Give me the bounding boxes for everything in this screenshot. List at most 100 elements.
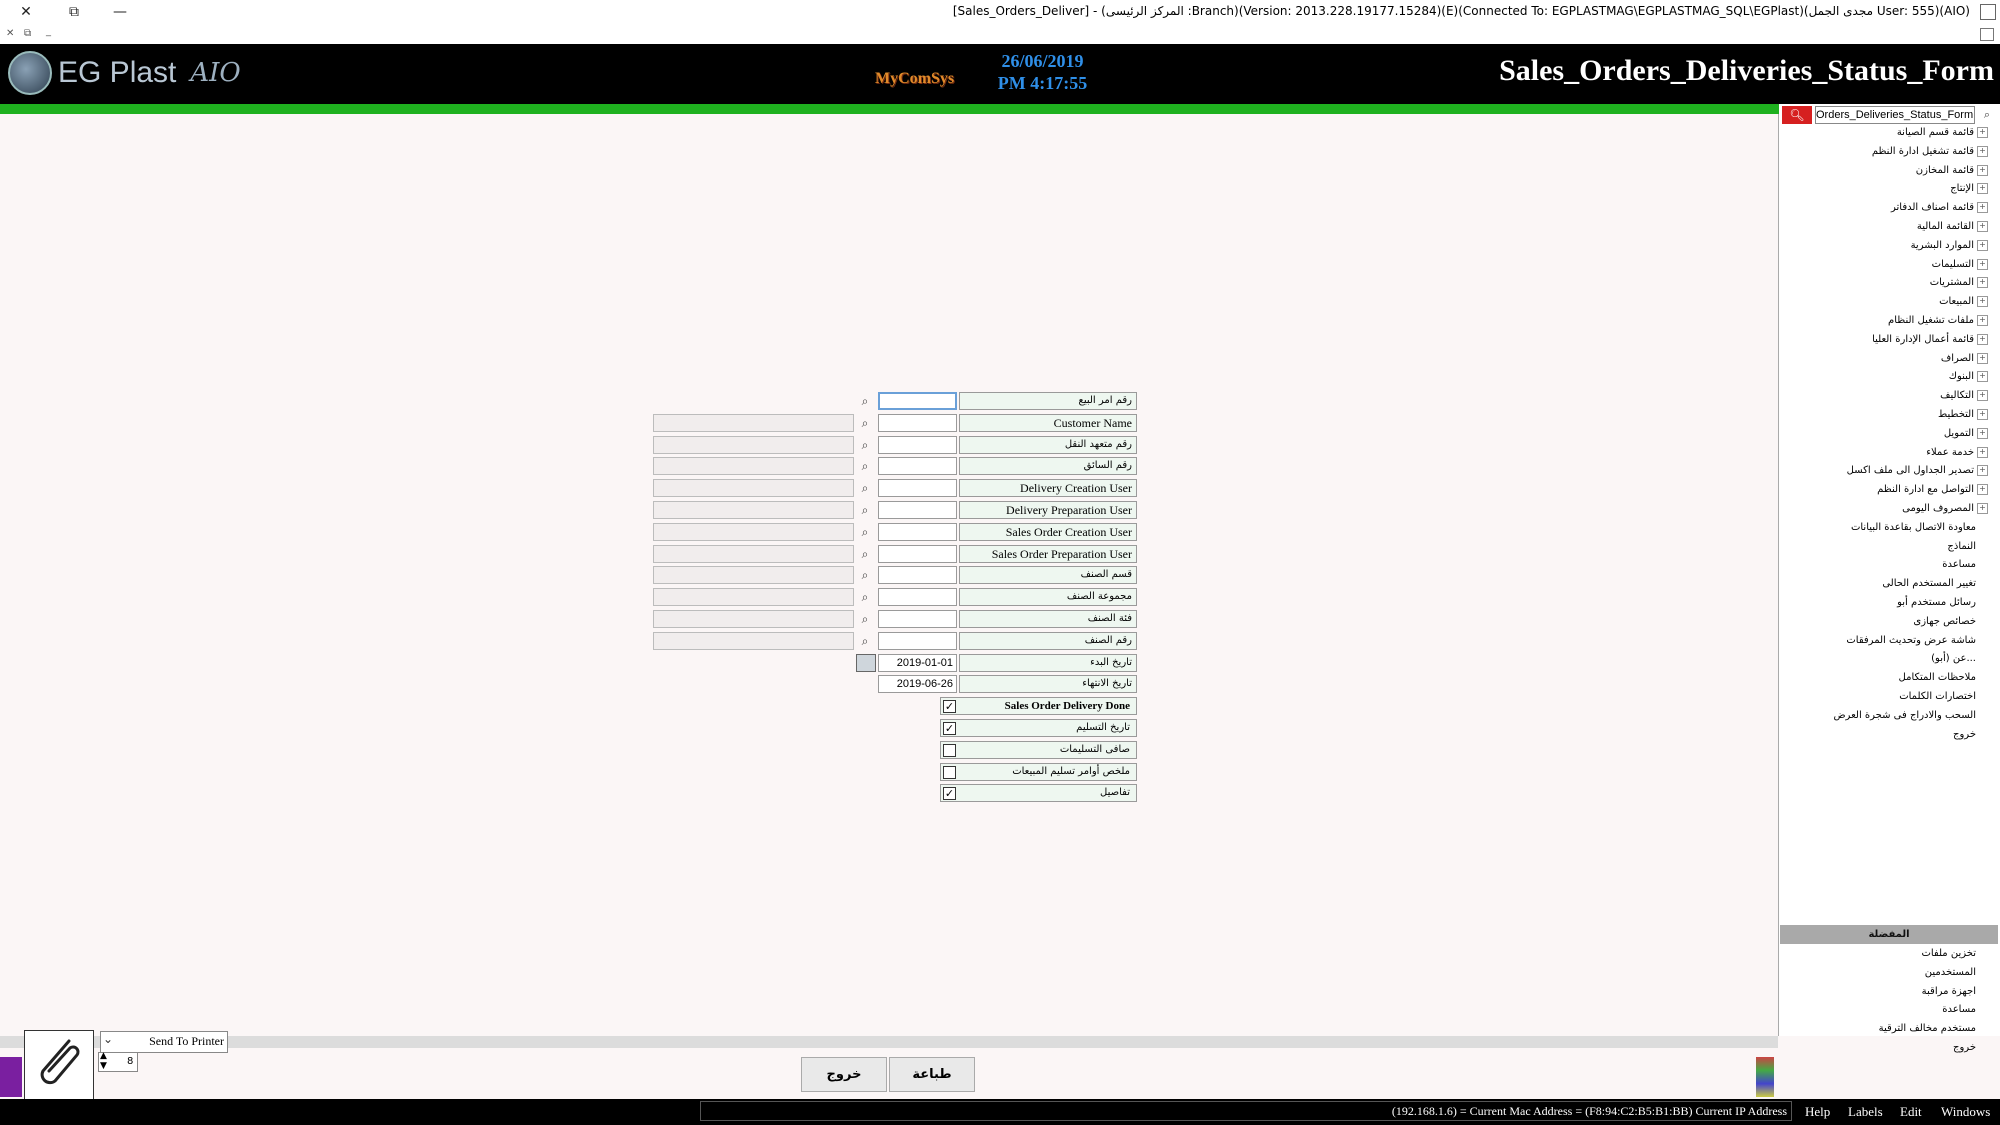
field-code-input[interactable] xyxy=(878,632,957,650)
expand-icon[interactable]: + xyxy=(1977,427,1988,439)
sidebar-tree-item[interactable]: الصراف + xyxy=(1758,352,1988,366)
sidebar-tree-item[interactable]: التواصل مع ادارة النظم + xyxy=(1758,483,1988,497)
checkbox[interactable] xyxy=(943,744,956,757)
checkbox[interactable] xyxy=(943,766,956,779)
calendar-icon[interactable] xyxy=(856,654,876,672)
favorite-item[interactable]: المستخدمين xyxy=(1746,966,1976,980)
favorite-item[interactable]: اجهزة مراقبة xyxy=(1746,985,1976,999)
sidebar-tree-item[interactable]: المبيعات + xyxy=(1758,295,1988,309)
close-icon[interactable]: ✕ xyxy=(14,2,38,22)
sidebar-tree-item[interactable]: السحب والادراج فى شجرة العرض xyxy=(1746,709,1976,723)
sidebar-tree-item[interactable]: التسليمات + xyxy=(1758,258,1988,272)
menu-windows[interactable]: Windows xyxy=(1941,1104,1990,1120)
stepper-down-icon[interactable]: ▼ xyxy=(100,1061,107,1071)
sidebar-tree-item[interactable]: مساعدة xyxy=(1746,558,1976,572)
checkbox-row[interactable]: ملخص أوامر تسليم المبيعات xyxy=(940,763,1137,781)
sidebar-tree-item[interactable]: التمويل + xyxy=(1758,427,1988,441)
sidebar-tree-item[interactable]: تغيير المستخدم الحالى xyxy=(1746,577,1976,591)
restore-icon[interactable]: ⧉ xyxy=(62,2,86,22)
sidebar-tree-item[interactable]: ملفات تشغيل النظام + xyxy=(1758,314,1988,328)
search-icon[interactable]: ⌕ xyxy=(856,436,874,454)
checkbox[interactable]: ✓ xyxy=(943,787,956,800)
sidebar-tree-item[interactable]: خروج xyxy=(1746,728,1976,742)
mdi-close-icon[interactable]: ✕ xyxy=(6,28,14,39)
expand-icon[interactable]: + xyxy=(1977,164,1988,176)
minimize-icon[interactable]: — xyxy=(108,2,132,22)
field-code-input[interactable] xyxy=(878,436,957,454)
sidebar-tree-item[interactable]: خدمة عملاء + xyxy=(1758,446,1988,460)
favorite-item[interactable]: مستخدم مخالف الترقية xyxy=(1746,1022,1976,1036)
sidebar-tree-item[interactable]: رسائل مستخدم أبو xyxy=(1746,596,1976,610)
checkbox[interactable]: ✓ xyxy=(943,700,956,713)
search-icon[interactable]: ⌕ xyxy=(856,501,874,519)
expand-icon[interactable]: + xyxy=(1977,220,1988,232)
sidebar-tree-item[interactable]: المصروف اليومى + xyxy=(1758,502,1988,516)
field-code-input[interactable] xyxy=(878,414,957,432)
search-icon[interactable]: ⌕ xyxy=(856,414,874,432)
copies-stepper[interactable]: ▲ ▼ 8 xyxy=(98,1051,138,1072)
favorite-item[interactable]: خروج xyxy=(1746,1041,1976,1055)
expand-icon[interactable]: + xyxy=(1977,258,1988,270)
menu-edit[interactable]: Edit xyxy=(1900,1104,1922,1120)
favorite-item[interactable]: تخزين ملفات xyxy=(1746,947,1976,961)
search-icon[interactable]: ⌕ xyxy=(856,457,874,475)
sidebar-tree-item[interactable]: قائمة المخازن + xyxy=(1758,164,1988,178)
expand-icon[interactable]: + xyxy=(1977,370,1988,382)
expand-icon[interactable]: + xyxy=(1977,314,1988,326)
expand-icon[interactable]: + xyxy=(1977,352,1988,364)
checkbox-row[interactable]: Sales Order Delivery Done xyxy=(940,697,1137,715)
sidebar-tree-item[interactable]: القائمة المالية + xyxy=(1758,220,1988,234)
start-date-input[interactable]: 2019-01-01 xyxy=(878,654,957,672)
sidebar-tree-item[interactable]: البنوك + xyxy=(1758,370,1988,384)
field-code-input[interactable] xyxy=(878,479,957,497)
field-code-input[interactable] xyxy=(878,566,957,584)
field-code-input[interactable] xyxy=(878,545,957,563)
checkbox-row[interactable]: تفاصيل xyxy=(940,784,1137,802)
search-icon[interactable]: ⌕ xyxy=(856,523,874,541)
expand-icon[interactable]: + xyxy=(1977,408,1988,420)
search-icon[interactable]: ⌕ xyxy=(856,545,874,563)
expand-icon[interactable]: + xyxy=(1977,295,1988,307)
sidebar-tree-item[interactable]: قائمة تشغيل ادارة النظم + xyxy=(1758,145,1988,159)
sidebar-tree-item[interactable]: التخطيط + xyxy=(1758,408,1988,422)
sidebar-tree-item[interactable]: المشتريات + xyxy=(1758,276,1988,290)
expand-icon[interactable]: + xyxy=(1977,446,1988,458)
sidebar-tree-item[interactable]: شاشة عرض وتحديث المرفقات xyxy=(1746,634,1976,648)
mdi-minimize-icon[interactable]: _ xyxy=(46,26,51,37)
sidebar-tree-item[interactable]: اختصارات الكلمات xyxy=(1746,690,1976,704)
expand-icon[interactable]: + xyxy=(1977,201,1988,213)
sidebar-tree-item[interactable]: الإنتاج + xyxy=(1758,182,1988,196)
field-code-input[interactable] xyxy=(878,392,957,410)
search-button[interactable]: 🔍︎ xyxy=(1782,106,1812,124)
search-icon[interactable]: ⌕ xyxy=(856,610,874,628)
menu-help[interactable]: Help xyxy=(1805,1104,1830,1120)
field-code-input[interactable] xyxy=(878,588,957,606)
field-code-input[interactable] xyxy=(878,501,957,519)
sidebar-tree-item[interactable]: قائمة أعمال الإدارة العليا + xyxy=(1758,333,1988,347)
side-tab[interactable] xyxy=(0,1057,22,1097)
sidebar-tree-item[interactable]: عن (أبو)... xyxy=(1746,652,1976,666)
sidebar-tree-item[interactable]: تصدير الجداول الى ملف اكسل + xyxy=(1758,464,1988,478)
chevron-down-icon[interactable]: ⌄ xyxy=(103,1032,113,1047)
field-code-input[interactable] xyxy=(878,523,957,541)
sidebar-search-input[interactable]: Orders_Deliveries_Status_Form xyxy=(1815,106,1975,124)
search-icon[interactable]: ⌕ xyxy=(1978,106,1996,124)
sidebar-tree-item[interactable]: التكاليف + xyxy=(1758,389,1988,403)
mdi-restore-icon[interactable]: ⧉ xyxy=(24,28,31,39)
search-icon[interactable]: ⌕ xyxy=(856,392,874,410)
search-icon[interactable]: ⌕ xyxy=(856,588,874,606)
sidebar-tree-item[interactable]: معاودة الاتصال بقاعدة البيانات xyxy=(1746,521,1976,535)
sidebar-tree-item[interactable]: قائمة قسم الصيانة + xyxy=(1758,126,1988,140)
exit-button[interactable]: خروج xyxy=(801,1057,887,1092)
attachment-button[interactable] xyxy=(24,1030,94,1100)
sidebar-tree-item[interactable]: خصائص جهازى xyxy=(1746,615,1976,629)
search-icon[interactable]: ⌕ xyxy=(856,479,874,497)
menu-labels[interactable]: Labels xyxy=(1848,1104,1883,1120)
sidebar-tree-item[interactable]: قائمة اصناف الدفاتر + xyxy=(1758,201,1988,215)
expand-icon[interactable]: + xyxy=(1977,239,1988,251)
checkbox-row[interactable]: صافى التسليمات xyxy=(940,741,1137,759)
sidebar-tree-item[interactable]: النماذج xyxy=(1746,540,1976,554)
end-date-input[interactable]: 2019-06-26 xyxy=(878,675,957,693)
expand-icon[interactable]: + xyxy=(1977,464,1988,476)
expand-icon[interactable]: + xyxy=(1977,182,1988,194)
